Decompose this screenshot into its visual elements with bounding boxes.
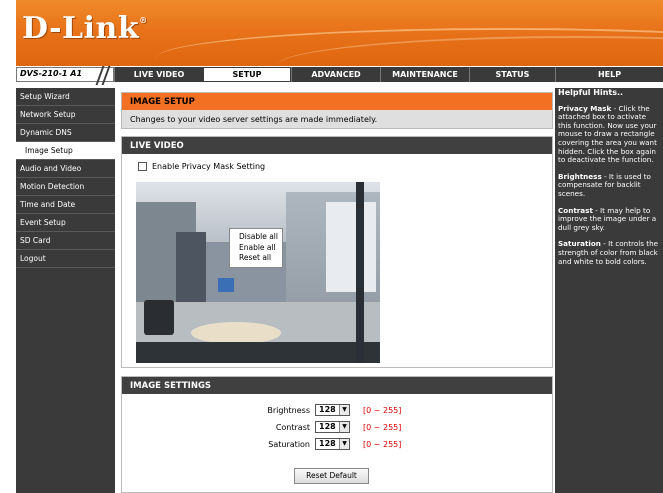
sidebar-item-dynamic-dns[interactable]: Dynamic DNS [16,124,115,142]
saturation-label: Saturation [268,440,310,449]
chevron-down-icon: ▼ [339,439,349,449]
video-monitor [218,278,234,292]
top-nav: DVS-210-1 A1 LIVE VIDEO SETUP ADVANCED M… [16,66,663,85]
contrast-value: 128 [319,422,336,431]
sidebar-item-logout[interactable]: Logout [16,250,115,268]
contrast-row: Contrast 128 ▼ [0 ~ 255] [122,421,552,435]
saturation-range: [0 ~ 255] [363,440,402,449]
contrast-range: [0 ~ 255] [363,423,402,432]
chevron-down-icon: ▼ [339,405,349,415]
helpful-hints-panel: Helpful Hints.. Privacy Mask - Click the… [555,88,663,493]
sidebar-item-motion-detection[interactable]: Motion Detection [16,178,115,196]
page: D-Link® DVS-210-1 A1 LIVE VIDEO SETUP AD… [0,0,663,493]
hint-brightness: Brightness - It is used to compensate fo… [558,172,659,199]
section-title-image-settings: IMAGE SETTINGS [122,377,552,394]
sidebar: Setup Wizard Network Setup Dynamic DNS I… [16,88,115,493]
section-title-image-setup: IMAGE SETUP [122,93,552,110]
live-video-feed[interactable]: Disable all Enable all Reset all [136,182,380,363]
video-desk [191,322,281,344]
tab-help[interactable]: HELP [555,67,663,82]
privacy-context-menu: Disable all Enable all Reset all [229,228,283,268]
main-content: IMAGE SETUP Changes to your video server… [121,88,553,493]
hint-contrast: Contrast - It may help to improve the im… [558,206,659,233]
menu-item-enable-all[interactable]: Enable all [230,243,282,253]
model-label: DVS-210-1 A1 [20,69,83,78]
video-chair [144,300,174,335]
logo-registered-mark: ® [139,15,148,25]
video-window [326,202,376,292]
hint-saturation: Saturation - It controls the strength of… [558,239,659,266]
sidebar-item-audio-video[interactable]: Audio and Video [16,160,115,178]
sidebar-item-network-setup[interactable]: Network Setup [16,106,115,124]
tab-setup[interactable]: SETUP [203,67,291,82]
brightness-select[interactable]: 128 ▼ [315,404,350,416]
video-floor [136,342,380,363]
model-badge: DVS-210-1 A1 [16,66,114,85]
video-door [176,232,206,307]
privacy-mask-label: Enable Privacy Mask Setting [152,162,266,171]
video-pillar [356,182,364,363]
sidebar-item-event-setup[interactable]: Event Setup [16,214,115,232]
dlink-logo: D-Link® [22,11,148,46]
saturation-select[interactable]: 128 ▼ [315,438,350,450]
image-setup-description: Changes to your video server settings ar… [122,110,552,128]
image-setup-section: IMAGE SETUP Changes to your video server… [121,92,553,129]
image-settings-section: IMAGE SETTINGS Brightness 128 ▼ [0 ~ 255]… [121,376,553,493]
brightness-row: Brightness 128 ▼ [0 ~ 255] [122,404,552,418]
saturation-row: Saturation 128 ▼ [0 ~ 255] [122,438,552,452]
contrast-select[interactable]: 128 ▼ [315,421,350,433]
brightness-label: Brightness [267,406,310,415]
tab-advanced[interactable]: ADVANCED [291,67,380,82]
sidebar-item-image-setup[interactable]: Image Setup [16,142,115,160]
contrast-label: Contrast [275,423,310,432]
menu-item-disable-all[interactable]: Disable all [230,232,282,242]
sidebar-item-sd-card[interactable]: SD Card [16,232,115,250]
privacy-mask-row: Enable Privacy Mask Setting [138,162,552,171]
sidebar-item-time-date[interactable]: Time and Date [16,196,115,214]
brightness-value: 128 [319,405,336,414]
header-banner: D-Link® [16,0,663,66]
logo-text: D-Link [22,11,140,46]
tab-maintenance[interactable]: MAINTENANCE [380,67,469,82]
hint-privacy-mask: Privacy Mask - Click the attached box to… [558,103,659,165]
reset-default-button[interactable]: Reset Default [294,468,369,484]
tab-status[interactable]: STATUS [469,67,555,82]
menu-item-reset-all[interactable]: Reset all [230,253,282,263]
tab-live-video[interactable]: LIVE VIDEO [114,67,203,82]
hint-text: - Click the attached box to activate thi… [558,103,657,165]
saturation-value: 128 [319,439,336,448]
hints-title: Helpful Hints.. [558,88,624,97]
section-title-live-video: LIVE VIDEO [122,137,552,154]
privacy-mask-checkbox[interactable] [138,162,147,171]
sidebar-item-setup-wizard[interactable]: Setup Wizard [16,88,115,106]
brightness-range: [0 ~ 255] [363,406,402,415]
chevron-down-icon: ▼ [339,422,349,432]
